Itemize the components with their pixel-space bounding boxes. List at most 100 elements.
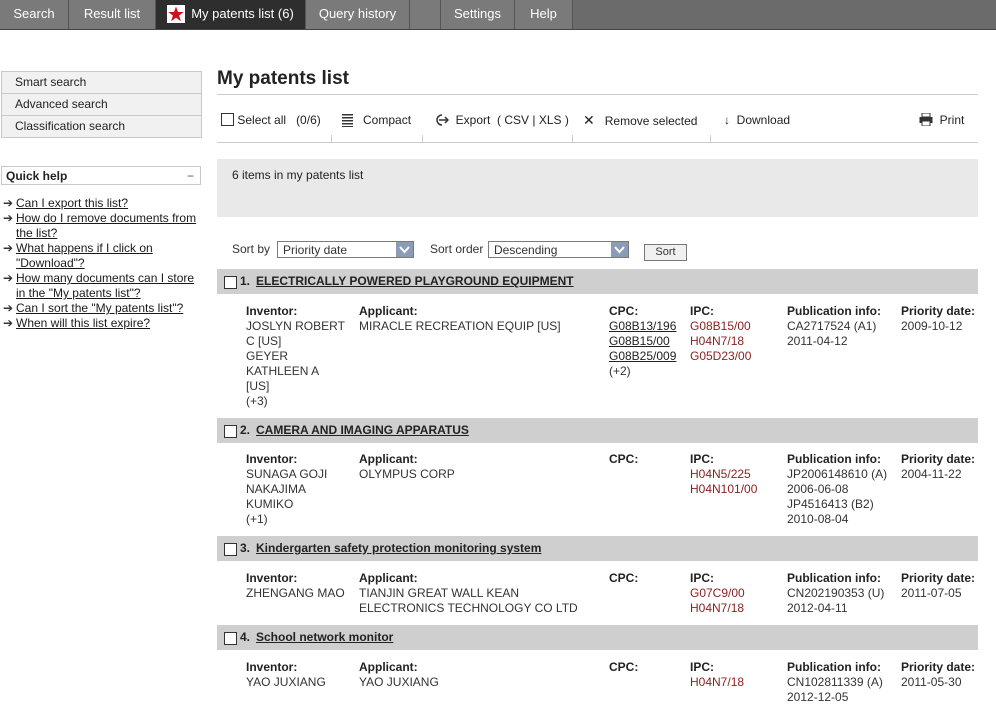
tab-my-patents-list[interactable]: My patents list (6) — [156, 0, 306, 29]
ipc-label: IPC: — [690, 304, 714, 318]
publication-number: JP4516413 (B2) — [787, 497, 874, 511]
inventor-name: NAKAJIMA — [246, 482, 307, 496]
result-checkbox[interactable] — [224, 543, 237, 556]
tab-query-history[interactable]: Query history — [306, 0, 410, 29]
result-title-link[interactable]: ELECTRICALLY POWERED PLAYGROUND EQUIPMEN… — [256, 274, 574, 288]
compact-button[interactable]: Compact — [342, 110, 411, 130]
tab-search[interactable]: Search — [0, 0, 69, 29]
remove-label: Remove selected — [604, 114, 698, 128]
inventor-name: [US] — [246, 379, 270, 393]
tab-bar-fill — [573, 0, 996, 29]
cpc-more[interactable]: (+2) — [609, 364, 676, 379]
inventor-label: Inventor: — [246, 452, 298, 466]
export-formats[interactable]: ( CSV | XLS ) — [497, 113, 569, 127]
publication-column: Publication info: JP2006148610 (A) 2006-… — [787, 452, 887, 527]
tab-label: Result list — [83, 6, 141, 21]
help-link-remove[interactable]: How do I remove documents from the list? — [16, 211, 196, 240]
ipc-label: IPC: — [690, 571, 714, 585]
applicant-label: Applicant: — [359, 571, 418, 585]
cpc-label: CPC: — [609, 660, 639, 674]
nav-smart-search[interactable]: Smart search — [2, 72, 201, 94]
sort-button[interactable]: Sort — [644, 244, 687, 261]
sort-by-select[interactable]: Priority date — [277, 241, 414, 258]
result-number: 1. — [240, 274, 251, 288]
publication-date: 2010-08-04 — [787, 512, 849, 526]
star-icon — [167, 4, 186, 23]
divider — [710, 135, 711, 143]
inventor-column: Inventor: ZHENGANG MAO — [246, 571, 345, 601]
tab-settings[interactable]: Settings — [441, 0, 515, 29]
help-link-download[interactable]: What happens if I click on "Download"? — [16, 241, 153, 270]
cpc-code-link[interactable]: G08B15/00 — [609, 334, 676, 349]
select-all-control[interactable]: Select all (0/6) — [221, 110, 321, 130]
publication-label: Publication info: — [787, 571, 881, 585]
priority-column: Priority date: 2011-07-05 — [901, 571, 975, 601]
ipc-column: IPC: G07C9/00 H04N7/18 — [690, 571, 745, 616]
sort-controls: Sort by Priority date Sort order Descend… — [232, 240, 732, 262]
publication-date: 2012-04-11 — [787, 601, 848, 615]
arrow-right-icon: ➔ — [3, 271, 14, 285]
help-item: ➔ What happens if I click on "Download"? — [3, 241, 203, 271]
download-button[interactable]: ↓ Download — [724, 110, 790, 130]
result-checkbox[interactable] — [224, 632, 237, 645]
inventor-name: YAO JUXIANG — [246, 675, 326, 689]
sort-order-select[interactable]: Descending — [488, 241, 629, 258]
help-link-expire[interactable]: When will this list expire? — [16, 316, 150, 330]
cpc-code-link[interactable]: G08B25/009 — [609, 349, 676, 364]
cpc-code-link[interactable]: G08B13/196 — [609, 319, 676, 334]
quick-help-header[interactable]: Quick help − — [1, 166, 201, 185]
collapse-icon[interactable]: − — [187, 167, 194, 186]
ipc-code: H04N5/225 — [690, 467, 751, 481]
applicant-label: Applicant: — [359, 660, 418, 674]
arrow-right-icon: ➔ — [3, 241, 14, 255]
item-count-text: 6 items in my patents list — [232, 168, 364, 182]
arrow-right-icon: ➔ — [3, 196, 14, 210]
result-title-link[interactable]: Kindergarten safety protection monitorin… — [256, 541, 541, 555]
priority-date: 2011-07-05 — [901, 586, 962, 600]
cpc-label: CPC: — [609, 571, 639, 585]
help-link-sort[interactable]: Can I sort the "My patents list"? — [16, 301, 183, 315]
publication-number: CA2717524 (A1) — [787, 319, 877, 333]
help-link-capacity[interactable]: How many documents can I store in the "M… — [16, 271, 194, 300]
publication-column: Publication info: CN202190353 (U) 2012-0… — [787, 571, 884, 616]
result-checkbox[interactable] — [224, 276, 237, 289]
select-all-label: Select all — [237, 113, 287, 127]
cpc-label: CPC: — [609, 452, 639, 466]
tab-label: Settings — [454, 6, 501, 21]
tab-spacer — [410, 0, 441, 29]
priority-column: Priority date: 2011-05-30 — [901, 660, 975, 690]
sort-by-label: Sort by — [232, 242, 271, 256]
tab-result-list[interactable]: Result list — [69, 0, 156, 29]
help-item: ➔ Can I export this list? — [3, 196, 203, 211]
applicant-column: Applicant: TIANJIN GREAT WALL KEAN ELECT… — [359, 571, 578, 616]
help-link-export[interactable]: Can I export this list? — [16, 196, 128, 210]
select-count: (0/6) — [296, 113, 321, 127]
publication-date: 2011-04-12 — [787, 334, 848, 348]
export-label[interactable]: Export — [456, 113, 491, 127]
result-title-link[interactable]: School network monitor — [256, 630, 393, 644]
applicant-column: Applicant: MIRACLE RECREATION EQUIP [US] — [359, 304, 561, 334]
quick-help-list: ➔ Can I export this list? ➔ How do I remov… — [3, 196, 203, 331]
result-title-link[interactable]: CAMERA AND IMAGING APPARATUS — [256, 423, 469, 437]
nav-advanced-search[interactable]: Advanced search — [2, 94, 201, 116]
publication-label: Publication info: — [787, 660, 881, 674]
inventor-name: JOSLYN ROBERT — [246, 319, 345, 333]
arrow-right-icon: ➔ — [3, 316, 14, 330]
ipc-code: G07C9/00 — [690, 586, 745, 600]
sort-by-value: Priority date — [283, 243, 348, 257]
publication-number: CN202190353 (U) — [787, 586, 885, 600]
nav-classification-search[interactable]: Classification search — [2, 116, 201, 137]
inventor-more: (+1) — [246, 512, 268, 526]
tab-label: Search — [13, 6, 55, 21]
ipc-code: H04N7/18 — [690, 334, 745, 348]
printer-icon — [919, 112, 933, 127]
remove-selected-button[interactable]: ✕ Remove selected — [583, 110, 697, 130]
applicant-name: MIRACLE RECREATION EQUIP [US] — [359, 319, 561, 333]
result-checkbox[interactable] — [224, 425, 237, 438]
cpc-column: CPC: — [609, 452, 638, 467]
ipc-code: G08B15/00 — [690, 319, 751, 333]
tab-help[interactable]: Help — [515, 0, 573, 29]
applicant-label: Applicant: — [359, 452, 418, 466]
print-button[interactable]: Print — [919, 110, 964, 130]
select-all-checkbox[interactable] — [221, 113, 234, 127]
